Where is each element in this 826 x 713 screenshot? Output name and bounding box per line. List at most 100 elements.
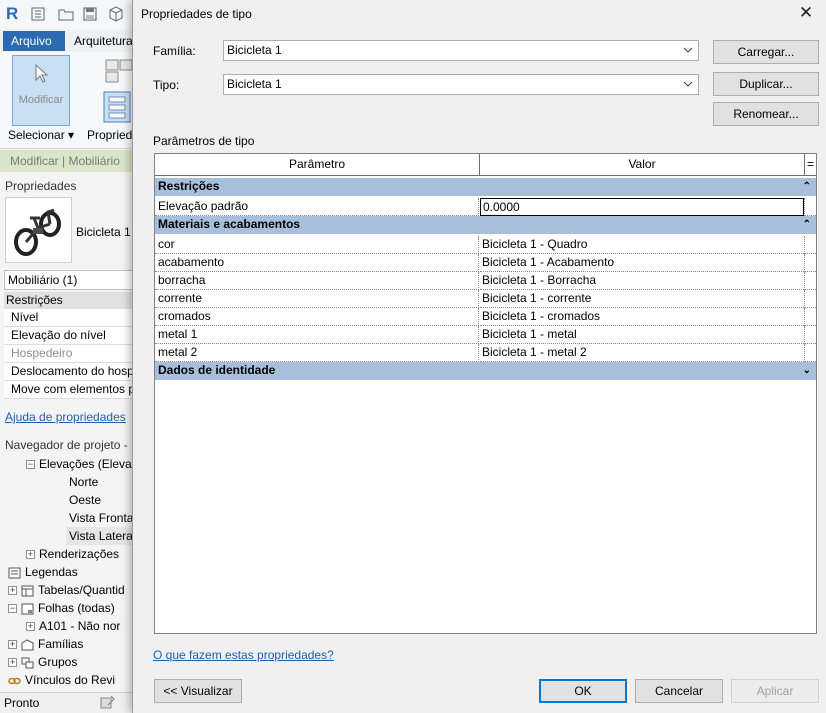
collapse-icon[interactable]: − (8, 604, 17, 614)
formula-button[interactable] (804, 290, 816, 308)
parameter-value-input[interactable]: 0.0000 (480, 198, 804, 216)
parameter-value-cell[interactable]: Bicicleta 1 - Quadro (480, 236, 804, 254)
category-filter-dropdown[interactable]: Mobiliário (1) (4, 270, 133, 290)
parameter-row[interactable]: Elevação padrão 0.0000 (155, 198, 816, 216)
ribbon-panel: Modificar Selecionar ▾ Propried (0, 52, 134, 149)
type-properties-icon[interactable] (104, 58, 134, 88)
parameter-row[interactable]: acabamento Bicicleta 1 - Acabamento (155, 254, 816, 272)
browser-tree-item[interactable]: + Grupos (8, 653, 133, 671)
select-dropdown[interactable]: Selecionar ▾ (8, 128, 74, 142)
browser-tree-item[interactable]: − Folhas (todas) (8, 599, 133, 617)
parameter-group-header[interactable]: Restrições ⌃ (155, 178, 816, 196)
formula-button[interactable] (804, 272, 816, 290)
browser-tree-item[interactable]: + Tabelas/Quantid (8, 581, 133, 599)
property-row[interactable]: Elevação do nível (4, 327, 133, 345)
parameter-group-header[interactable]: Materiais e acabamentos ⌃ (155, 216, 816, 234)
parameter-value-cell[interactable]: Bicicleta 1 - Acabamento (480, 254, 804, 272)
formula-button[interactable] (804, 254, 816, 272)
type-properties-dialog: Propriedades de tipo ✕ Família: Biciclet… (132, 0, 826, 713)
revit-logo-icon[interactable]: R (6, 5, 20, 22)
tab-arquitetura[interactable]: Arquitetura (74, 31, 133, 51)
parameter-row[interactable]: corrente Bicicleta 1 - corrente (155, 290, 816, 308)
browser-tree-item[interactable]: − Elevações (Eleva (26, 455, 133, 473)
formula-button[interactable] (804, 344, 816, 362)
rename-button[interactable]: Renomear... (713, 102, 819, 126)
duplicate-button[interactable]: Duplicar... (713, 72, 819, 96)
expand-icon[interactable]: + (8, 640, 17, 650)
parameter-row[interactable]: cor Bicicleta 1 - Quadro (155, 236, 816, 254)
browser-tree-item-label: Vista Fronta (69, 511, 134, 525)
apply-button[interactable]: Aplicar (731, 679, 819, 703)
cancel-button[interactable]: Cancelar (635, 679, 723, 703)
what-do-properties-do-link[interactable]: O que fazem estas propriedades? (153, 648, 334, 662)
browser-tree-item[interactable]: Vínculos do Revi (8, 671, 133, 689)
property-row[interactable]: Deslocamento do hosp (4, 363, 133, 381)
family-dropdown[interactable]: Bicicleta 1 (223, 40, 699, 61)
collapse-chevron-icon[interactable]: ⌃ (803, 216, 811, 233)
column-header-formula[interactable]: = (804, 154, 816, 176)
type-parameters-grid: Parâmetro Valor = Restrições ⌃ Elevação pa… (154, 153, 817, 634)
parameter-group-header[interactable]: Dados de identidade ⌄ (155, 362, 816, 380)
parameter-value-cell[interactable]: Bicicleta 1 - Borracha (480, 272, 804, 290)
collapse-chevron-icon[interactable]: ⌃ (803, 178, 811, 195)
expand-icon[interactable]: + (8, 658, 17, 668)
close-icon[interactable]: ✕ (796, 3, 816, 23)
column-header-parameter[interactable]: Parâmetro (155, 154, 480, 176)
properties-ribbon-label[interactable]: Propried (87, 128, 132, 142)
browser-tree-item[interactable]: Vista Lateral (66, 527, 133, 545)
ok-button[interactable]: OK (539, 679, 627, 703)
type-dropdown-value: Bicicleta 1 (227, 77, 282, 91)
browser-tree-item-label: Renderizações (39, 547, 120, 561)
load-button[interactable]: Carregar... (713, 40, 819, 64)
type-thumbnail[interactable] (5, 197, 72, 263)
expand-icon[interactable]: + (26, 622, 35, 632)
properties-button-icon[interactable] (102, 90, 132, 124)
parameter-value-cell[interactable]: Bicicleta 1 - corrente (480, 290, 804, 308)
parameter-value-cell[interactable]: Bicicleta 1 - cromados (480, 308, 804, 326)
browser-tree-item[interactable]: + Famílias (8, 635, 133, 653)
expand-icon[interactable]: + (8, 586, 17, 596)
select-label: Selecionar (8, 128, 65, 142)
open-folder-icon[interactable] (58, 6, 74, 22)
parameter-row[interactable]: metal 1 Bicicleta 1 - metal (155, 326, 816, 344)
chevron-down-icon (683, 81, 693, 87)
expand-icon[interactable]: + (26, 550, 35, 560)
parameter-value-cell[interactable]: Bicicleta 1 - metal 2 (480, 344, 804, 362)
revit-main-window: R Arquivo Arquitetura Modificar Selecion… (0, 0, 134, 713)
save-icon[interactable] (82, 6, 98, 22)
column-header-value[interactable]: Valor (480, 154, 804, 176)
properties-heading: Propriedades (5, 179, 77, 193)
browser-tree-item[interactable]: Legendas (8, 563, 133, 581)
type-dropdown[interactable]: Bicicleta 1 (223, 74, 699, 95)
collapse-icon[interactable]: − (26, 460, 35, 470)
parameter-name-cell: metal 2 (155, 344, 479, 362)
formula-button[interactable] (804, 308, 816, 326)
parameter-row[interactable]: borracha Bicicleta 1 - Borracha (155, 272, 816, 290)
preview-button[interactable]: << Visualizar (154, 679, 242, 703)
parameter-row[interactable]: cromados Bicicleta 1 - cromados (155, 308, 816, 326)
property-row[interactable]: Move com elementos p (4, 381, 133, 399)
parameter-value-cell[interactable]: Bicicleta 1 - metal (480, 326, 804, 344)
properties-help-link[interactable]: Ajuda de propriedades (5, 410, 126, 424)
properties-small-icon[interactable] (30, 6, 46, 22)
modify-button[interactable]: Modificar (12, 55, 70, 126)
property-row[interactable]: Nível (4, 309, 133, 327)
browser-tree-item[interactable]: + Renderizações (26, 545, 133, 563)
family-label: Família: (153, 44, 196, 58)
tab-arquivo[interactable]: Arquivo (3, 31, 65, 51)
parameter-name-cell: cor (155, 236, 479, 254)
property-group-header[interactable]: Restrições (4, 292, 133, 310)
browser-tree-item[interactable]: + A101 - Não nor (26, 617, 133, 635)
status-tool-icon[interactable] (98, 694, 116, 711)
browser-tree-item[interactable]: Vista Fronta (66, 509, 134, 527)
property-row[interactable]: Hospedeiro (4, 345, 133, 363)
model-cube-icon[interactable] (108, 6, 124, 22)
parameter-row[interactable]: metal 2 Bicicleta 1 - metal 2 (155, 344, 816, 362)
browser-tree-item[interactable]: Oeste (66, 491, 133, 509)
formula-button[interactable] (804, 236, 816, 254)
formula-button[interactable] (804, 198, 816, 216)
formula-button[interactable] (804, 326, 816, 344)
expand-chevron-icon[interactable]: ⌄ (803, 362, 811, 379)
browser-tree-item[interactable]: Norte (66, 473, 133, 491)
browser-tree-item-label: Famílias (38, 637, 84, 651)
